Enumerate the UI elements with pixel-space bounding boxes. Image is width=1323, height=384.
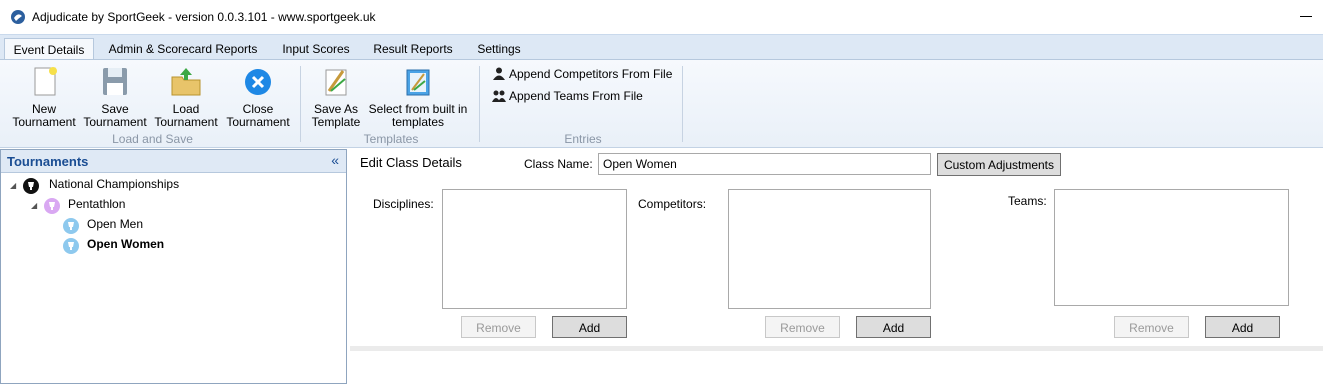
new-document-icon: [34, 67, 57, 96]
tournaments-panel-title: Tournaments: [7, 154, 89, 169]
disciplines-listbox[interactable]: [442, 189, 627, 309]
class-trophy-icon: [63, 238, 79, 254]
ribbon-separator: [300, 66, 301, 142]
minimize-icon[interactable]: [1300, 16, 1312, 17]
tree-item-event[interactable]: Pentathlon: [68, 197, 125, 211]
edit-class-panel: Edit Class Details Class Name: Open Wome…: [350, 149, 1323, 384]
new-tournament-button[interactable]: New Tournament: [10, 65, 78, 129]
close-circle-icon: [245, 69, 271, 95]
remove-competitor-button[interactable]: Remove: [765, 316, 840, 338]
append-competitors-button[interactable]: Append Competitors From File: [492, 67, 672, 81]
panel-divider: [350, 346, 1323, 351]
append-teams-label: Append Teams From File: [509, 89, 643, 103]
save-as-template-button[interactable]: Save As Template: [306, 65, 366, 129]
tab-event-details[interactable]: Event Details: [4, 38, 94, 60]
select-builtin-label-2: templates: [391, 115, 445, 129]
class-trophy-icon: [63, 218, 79, 234]
ribbon-tab-bar: Event Details Admin & Scorecard Reports …: [0, 34, 1323, 60]
group-label-load-and-save: Load and Save: [112, 132, 193, 146]
save-tournament-label-2: Tournament: [83, 115, 147, 129]
tab-settings[interactable]: Settings: [470, 38, 528, 60]
class-name-label: Class Name:: [524, 157, 593, 171]
remove-team-button[interactable]: Remove: [1114, 316, 1189, 338]
ribbon-separator: [479, 66, 480, 142]
tree-item-championship[interactable]: National Championships: [49, 177, 179, 191]
add-discipline-button[interactable]: Add: [552, 316, 627, 338]
load-tournament-label-2: Tournament: [154, 115, 218, 129]
championship-trophy-icon: [23, 178, 39, 194]
disciplines-label: Disciplines:: [373, 197, 434, 211]
remove-discipline-button[interactable]: Remove: [461, 316, 536, 338]
save-tournament-button[interactable]: Save Tournament: [81, 65, 149, 129]
group-people-icon: [492, 90, 506, 102]
custom-adjustments-button[interactable]: Custom Adjustments: [937, 153, 1061, 176]
event-trophy-icon: [44, 198, 60, 214]
open-folder-icon: [171, 68, 201, 96]
teams-label: Teams:: [1008, 194, 1047, 208]
app-logo-icon: [11, 10, 25, 24]
tree-item-class-selected[interactable]: Open Women: [87, 237, 164, 251]
tab-admin-scorecard-reports[interactable]: Admin & Scorecard Reports: [100, 38, 266, 60]
title-bar: Adjudicate by SportGeek - version 0.0.3.…: [0, 0, 1323, 34]
competitors-label: Competitors:: [638, 197, 707, 211]
tournaments-panel-header: Tournaments «: [1, 150, 346, 173]
load-tournament-button[interactable]: Load Tournament: [152, 65, 220, 129]
teams-listbox[interactable]: [1054, 189, 1289, 306]
class-name-input[interactable]: Open Women: [598, 153, 931, 175]
group-label-entries: Entries: [564, 132, 602, 146]
template-save-icon: [325, 69, 347, 96]
save-disk-icon: [103, 68, 127, 95]
competitors-listbox[interactable]: [728, 189, 931, 309]
close-tournament-label-2: Tournament: [226, 115, 290, 129]
window-title: Adjudicate by SportGeek - version 0.0.3.…: [32, 10, 376, 24]
tree-item-class[interactable]: Open Men: [87, 217, 143, 231]
tab-result-reports[interactable]: Result Reports: [366, 38, 460, 60]
close-tournament-button[interactable]: Close Tournament: [223, 65, 293, 129]
ribbon-separator: [682, 66, 683, 142]
template-library-icon: [406, 69, 430, 96]
add-team-button[interactable]: Add: [1205, 316, 1280, 338]
append-teams-button[interactable]: Append Teams From File: [492, 89, 643, 103]
tab-input-scores[interactable]: Input Scores: [276, 38, 356, 60]
tournaments-panel: Tournaments « ◢ National Championships ◢…: [0, 149, 347, 384]
save-as-template-label-2: Template: [311, 115, 361, 129]
select-builtin-templates-button[interactable]: Select from built in templates: [366, 65, 470, 129]
append-competitors-label: Append Competitors From File: [509, 67, 673, 81]
add-competitor-button[interactable]: Add: [856, 316, 931, 338]
ribbon-panel: New Tournament Save Tournament Load Tour…: [0, 59, 1323, 148]
group-label-templates: Templates: [363, 132, 419, 146]
expand-arrow-icon[interactable]: ◢: [10, 181, 16, 190]
new-tournament-label-2: Tournament: [12, 115, 76, 129]
person-icon: [493, 67, 505, 80]
collapse-panel-icon[interactable]: «: [331, 152, 339, 168]
edit-class-title: Edit Class Details: [360, 155, 462, 170]
expand-arrow-icon[interactable]: ◢: [31, 201, 37, 210]
